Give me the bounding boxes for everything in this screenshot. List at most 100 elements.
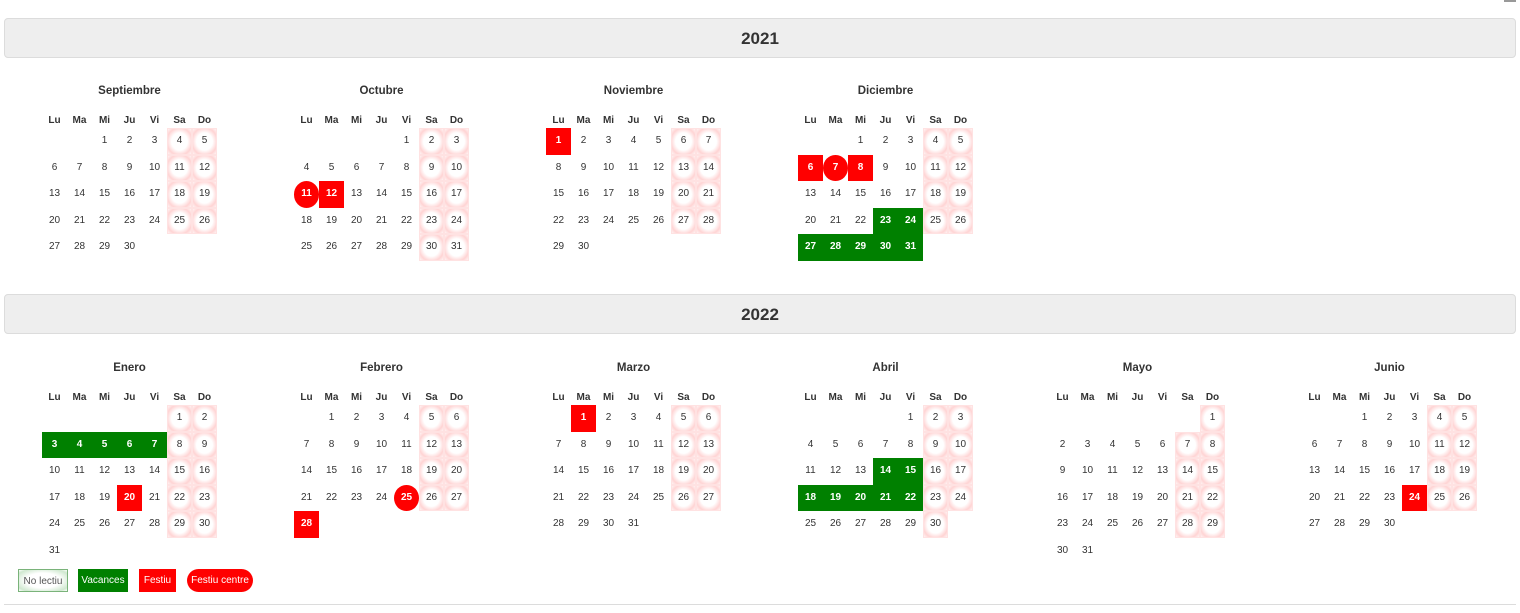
day-cell-day[interactable]: 13: [117, 458, 142, 485]
day-cell-day[interactable]: 19: [319, 208, 344, 235]
day-cell-day[interactable]: 20: [42, 208, 67, 235]
day-cell-day[interactable]: 4: [1100, 432, 1125, 459]
day-cell-day[interactable]: 10: [1075, 458, 1100, 485]
day-cell-no-lectiu[interactable]: 11: [1427, 431, 1452, 458]
day-cell-day[interactable]: 23: [117, 208, 142, 235]
day-cell-day[interactable]: 10: [1402, 432, 1427, 459]
day-cell-no-lectiu[interactable]: 19: [948, 181, 973, 208]
day-cell-no-lectiu[interactable]: 18: [1427, 458, 1452, 485]
day-cell-no-lectiu[interactable]: 4: [1427, 405, 1452, 432]
day-cell-day[interactable]: 18: [621, 181, 646, 208]
day-cell-no-lectiu[interactable]: 6: [671, 128, 696, 155]
day-cell-day[interactable]: 28: [546, 511, 571, 538]
day-cell-day[interactable]: 6: [42, 155, 67, 182]
day-cell-no-lectiu[interactable]: 30: [192, 511, 217, 538]
day-cell-day[interactable]: 2: [344, 405, 369, 432]
day-cell-day[interactable]: 7: [873, 432, 898, 459]
day-cell-day[interactable]: 20: [1150, 485, 1175, 512]
day-cell-day[interactable]: 24: [1075, 511, 1100, 538]
day-cell-vacances[interactable]: 4: [67, 431, 92, 458]
day-cell-no-lectiu[interactable]: 9: [923, 431, 948, 458]
day-cell-day[interactable]: 11: [621, 155, 646, 182]
day-cell-day[interactable]: 15: [319, 458, 344, 485]
day-cell-day[interactable]: 21: [369, 208, 394, 235]
day-cell-day[interactable]: 10: [42, 458, 67, 485]
day-cell-no-lectiu[interactable]: 15: [1200, 458, 1225, 485]
day-cell-no-lectiu[interactable]: 5: [948, 128, 973, 155]
day-cell-no-lectiu[interactable]: 17: [444, 181, 469, 208]
day-cell-day[interactable]: 20: [798, 208, 823, 235]
day-cell-day[interactable]: 24: [596, 208, 621, 235]
day-cell-day[interactable]: 15: [394, 181, 419, 208]
day-cell-no-lectiu[interactable]: 25: [923, 207, 948, 234]
day-cell-no-lectiu[interactable]: 1: [1200, 405, 1225, 432]
day-cell-day[interactable]: 9: [596, 432, 621, 459]
day-cell-day[interactable]: 29: [546, 234, 571, 261]
day-cell-day[interactable]: 5: [646, 128, 671, 155]
day-cell-day[interactable]: 7: [67, 155, 92, 182]
day-cell-no-lectiu[interactable]: 13: [444, 431, 469, 458]
day-cell-vacances[interactable]: 23: [873, 207, 898, 234]
day-cell-no-lectiu[interactable]: 16: [419, 181, 444, 208]
day-cell-day[interactable]: 14: [1327, 458, 1352, 485]
day-cell-day[interactable]: 30: [596, 511, 621, 538]
day-cell-day[interactable]: 13: [42, 181, 67, 208]
day-cell-no-lectiu[interactable]: 23: [192, 484, 217, 511]
day-cell-day[interactable]: 14: [142, 458, 167, 485]
day-cell-no-lectiu[interactable]: 2: [419, 128, 444, 155]
day-cell-no-lectiu[interactable]: 18: [167, 181, 192, 208]
day-cell-day[interactable]: 10: [898, 155, 923, 182]
day-cell-no-lectiu[interactable]: 25: [1427, 484, 1452, 511]
day-cell-no-lectiu[interactable]: 30: [923, 511, 948, 538]
day-cell-day[interactable]: 22: [92, 208, 117, 235]
day-cell-no-lectiu[interactable]: 3: [444, 128, 469, 155]
day-cell-day[interactable]: 8: [319, 432, 344, 459]
day-cell-day[interactable]: 16: [117, 181, 142, 208]
day-cell-day[interactable]: 13: [798, 181, 823, 208]
day-cell-day[interactable]: 17: [1075, 485, 1100, 512]
day-cell-no-lectiu[interactable]: 27: [696, 484, 721, 511]
day-cell-no-lectiu[interactable]: 5: [419, 405, 444, 432]
day-cell-day[interactable]: 27: [117, 511, 142, 538]
day-cell-day[interactable]: 8: [1352, 432, 1377, 459]
day-cell-no-lectiu[interactable]: 12: [948, 154, 973, 181]
day-cell-no-lectiu[interactable]: 26: [419, 484, 444, 511]
day-cell-day[interactable]: 5: [823, 432, 848, 459]
day-cell-festiu-centre[interactable]: 7: [823, 154, 848, 181]
day-cell-day[interactable]: 30: [1377, 511, 1402, 538]
day-cell-vacances[interactable]: 6: [117, 431, 142, 458]
day-cell-day[interactable]: 17: [142, 181, 167, 208]
day-cell-no-lectiu[interactable]: 5: [1452, 405, 1477, 432]
day-cell-day[interactable]: 24: [621, 485, 646, 512]
day-cell-vacances[interactable]: 31: [898, 234, 923, 261]
day-cell-day[interactable]: 19: [92, 485, 117, 512]
day-cell-day[interactable]: 8: [394, 155, 419, 182]
day-cell-no-lectiu[interactable]: 26: [671, 484, 696, 511]
day-cell-day[interactable]: 30: [117, 234, 142, 261]
day-cell-day[interactable]: 1: [394, 128, 419, 155]
day-cell-day[interactable]: 22: [394, 208, 419, 235]
day-cell-vacances[interactable]: 7: [142, 431, 167, 458]
day-cell-festiu[interactable]: 24: [1402, 484, 1427, 511]
day-cell-no-lectiu[interactable]: 1: [167, 405, 192, 432]
day-cell-day[interactable]: 5: [319, 155, 344, 182]
day-cell-no-lectiu[interactable]: 26: [948, 207, 973, 234]
day-cell-no-lectiu[interactable]: 29: [1200, 511, 1225, 538]
day-cell-no-lectiu[interactable]: 13: [696, 431, 721, 458]
day-cell-day[interactable]: 11: [394, 432, 419, 459]
day-cell-vacances[interactable]: 21: [873, 484, 898, 511]
day-cell-day[interactable]: 8: [571, 432, 596, 459]
day-cell-day[interactable]: 13: [344, 181, 369, 208]
day-cell-vacances[interactable]: 30: [873, 234, 898, 261]
day-cell-day[interactable]: 25: [621, 208, 646, 235]
day-cell-day[interactable]: 14: [67, 181, 92, 208]
day-cell-day[interactable]: 30: [1050, 538, 1075, 565]
day-cell-no-lectiu[interactable]: 28: [1175, 511, 1200, 538]
day-cell-day[interactable]: 23: [571, 208, 596, 235]
day-cell-festiu[interactable]: 6: [798, 154, 823, 181]
day-cell-no-lectiu[interactable]: 12: [419, 431, 444, 458]
day-cell-day[interactable]: 7: [546, 432, 571, 459]
day-cell-no-lectiu[interactable]: 29: [167, 511, 192, 538]
day-cell-day[interactable]: 1: [1352, 405, 1377, 432]
day-cell-day[interactable]: 13: [1302, 458, 1327, 485]
